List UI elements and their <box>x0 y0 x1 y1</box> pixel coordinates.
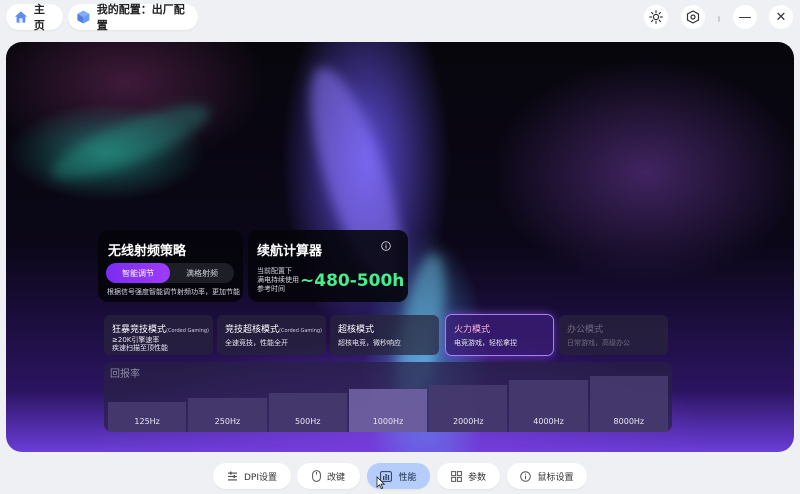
aurora-streak <box>44 91 218 193</box>
mode-title: 火力模式 <box>454 325 491 335</box>
profile-label: 我的配置：出厂配置 <box>96 3 185 32</box>
battery-note: 当前配置下 满电持续使用 参考时间 <box>257 267 299 294</box>
nav-mouse-settings[interactable]: 鼠标设置 <box>507 463 587 489</box>
mode-desc: 日常游戏，高级办公 <box>567 339 630 347</box>
sun-icon <box>649 10 663 24</box>
nav-parameters[interactable]: 参数 <box>437 463 500 489</box>
nav-key-mapping[interactable]: 改键 <box>297 463 360 489</box>
wireless-rf-card: 无线射频策略 智能调节 满格射频 根据信号强度智能调节射频功率，更加节能 <box>98 230 243 302</box>
polling-rate-fill <box>268 393 347 432</box>
grid-icon <box>451 470 462 482</box>
battery-note-line: 当前配置下 <box>257 267 292 275</box>
polling-rate-panel: 回报率 125Hz 250Hz 500Hz 1000Hz 2000Hz 4000Hz 800… <box>104 362 672 432</box>
wireless-rf-segmented-control: 智能调节 满格射频 <box>106 263 234 283</box>
mode-desc-line: 疾速扫描至顶性能 <box>112 344 168 352</box>
home-label: 主页 <box>33 3 45 32</box>
polling-rate-label: 回报率 <box>110 369 140 380</box>
mode-title-text: 狂暴竞技模式 <box>112 325 167 335</box>
battery-calculator-title: 续航计算器 <box>257 244 323 259</box>
mode-card-office[interactable]: 办公模式 日常游戏，高级办公 <box>559 315 668 355</box>
mode-title-text: 竞技超核模式 <box>225 325 280 335</box>
polling-rate-label: 125Hz <box>134 417 160 426</box>
mode-tag: (Corded Gaming) <box>166 328 209 334</box>
rf-option-full[interactable]: 满格射频 <box>170 263 234 283</box>
polling-rate-option[interactable]: 125Hz <box>108 402 187 432</box>
wireless-rf-note: 根据信号强度智能调节射频功率，更加节能 <box>107 288 240 296</box>
mode-desc: 超核电竞，微秒响应 <box>338 339 401 347</box>
polling-rate-option[interactable]: 1000Hz <box>348 389 428 432</box>
mode-title: 超核模式 <box>338 325 375 335</box>
polling-rate-label: 8000Hz <box>613 417 645 426</box>
polling-rate-option[interactable]: 8000Hz <box>589 376 668 432</box>
mode-card-firepower[interactable]: 火力模式 电竞游戏，轻松拿捏 <box>446 315 553 355</box>
close-button[interactable]: ✕ <box>769 5 793 29</box>
polling-rate-label: 500Hz <box>294 417 321 426</box>
nav-label: DPI设置 <box>243 472 277 483</box>
mode-desc: 全速竞技，性能全开 <box>225 339 288 347</box>
mode-card-frenzy[interactable]: 狂暴竞技模式(Corded Gaming) ≥20K引擎速率 疾速扫描至顶性能 <box>104 315 213 355</box>
battery-note-line: 参考时间 <box>257 285 285 293</box>
mouse-icon <box>312 470 321 482</box>
wireless-rf-title: 无线射频策略 <box>108 244 187 259</box>
close-icon: ✕ <box>775 9 787 25</box>
minimize-icon: — <box>738 9 752 25</box>
info-icon[interactable] <box>381 241 391 251</box>
nav-label: 性能 <box>398 472 417 483</box>
performance-hero-panel: 无线射频策略 智能调节 满格射频 根据信号强度智能调节射频功率，更加节能 续航计… <box>6 42 794 452</box>
mode-desc: 电竞游戏，轻松拿捏 <box>454 339 517 347</box>
polling-rate-label: 4000Hz <box>533 417 564 426</box>
home-button[interactable]: 主页 <box>6 3 63 32</box>
hex-settings-icon <box>686 10 700 24</box>
top-bar: 主页 我的配置：出厂配置 — ✕ <box>0 0 800 36</box>
polling-rate-option[interactable]: 2000Hz <box>429 384 508 432</box>
polling-rate-label: 250Hz <box>214 417 241 426</box>
battery-life-value: ~480-500h <box>300 271 405 291</box>
battery-note-line: 满电持续使用 <box>257 276 299 284</box>
nav-label: 鼠标设置 <box>537 472 574 483</box>
minimize-button[interactable]: — <box>733 5 757 29</box>
polling-rate-fill <box>188 397 267 432</box>
nav-label: 改键 <box>326 472 345 483</box>
cube-icon <box>77 10 90 24</box>
mode-card-ultra[interactable]: 超核模式 超核电竞，微秒响应 <box>330 315 439 355</box>
mode-tag: (Corded Gaming) <box>279 328 322 334</box>
battery-calculator-card: 续航计算器 当前配置下 满电持续使用 参考时间 ~480-500h <box>248 230 408 302</box>
mouse-cursor-icon <box>376 476 386 490</box>
brightness-button[interactable] <box>644 5 668 29</box>
polling-rate-label: 1000Hz <box>372 417 404 426</box>
rf-option-smart[interactable]: 智能调节 <box>106 263 170 283</box>
polling-rate-option[interactable]: 500Hz <box>268 393 347 432</box>
mode-title: 竞技超核模式(Corded Gaming) <box>225 322 322 335</box>
polling-rate-option[interactable]: 4000Hz <box>509 380 588 432</box>
mode-desc-line: ≥20K引擎速率 <box>112 336 160 344</box>
info-icon <box>520 470 532 482</box>
mode-desc: ≥20K引擎速率 疾速扫描至顶性能 <box>112 336 168 352</box>
profile-selector[interactable]: 我的配置：出厂配置 <box>68 3 198 32</box>
polling-rate-option[interactable]: 250Hz <box>188 397 267 432</box>
home-icon <box>14 11 28 23</box>
dpi-icon <box>227 471 237 480</box>
nav-label: 参数 <box>467 472 486 483</box>
mode-card-competitive-ultra[interactable]: 竞技超核模式(Corded Gaming) 全速竞技，性能全开 <box>217 315 326 355</box>
toolbar-separator <box>718 16 720 22</box>
settings-button[interactable] <box>681 5 705 29</box>
polling-rate-label: 2000Hz <box>452 417 484 426</box>
mode-title: 狂暴竞技模式(Corded Gaming) <box>112 322 209 335</box>
mode-title: 办公模式 <box>567 325 604 335</box>
nav-dpi-settings[interactable]: DPI设置 <box>213 463 291 489</box>
